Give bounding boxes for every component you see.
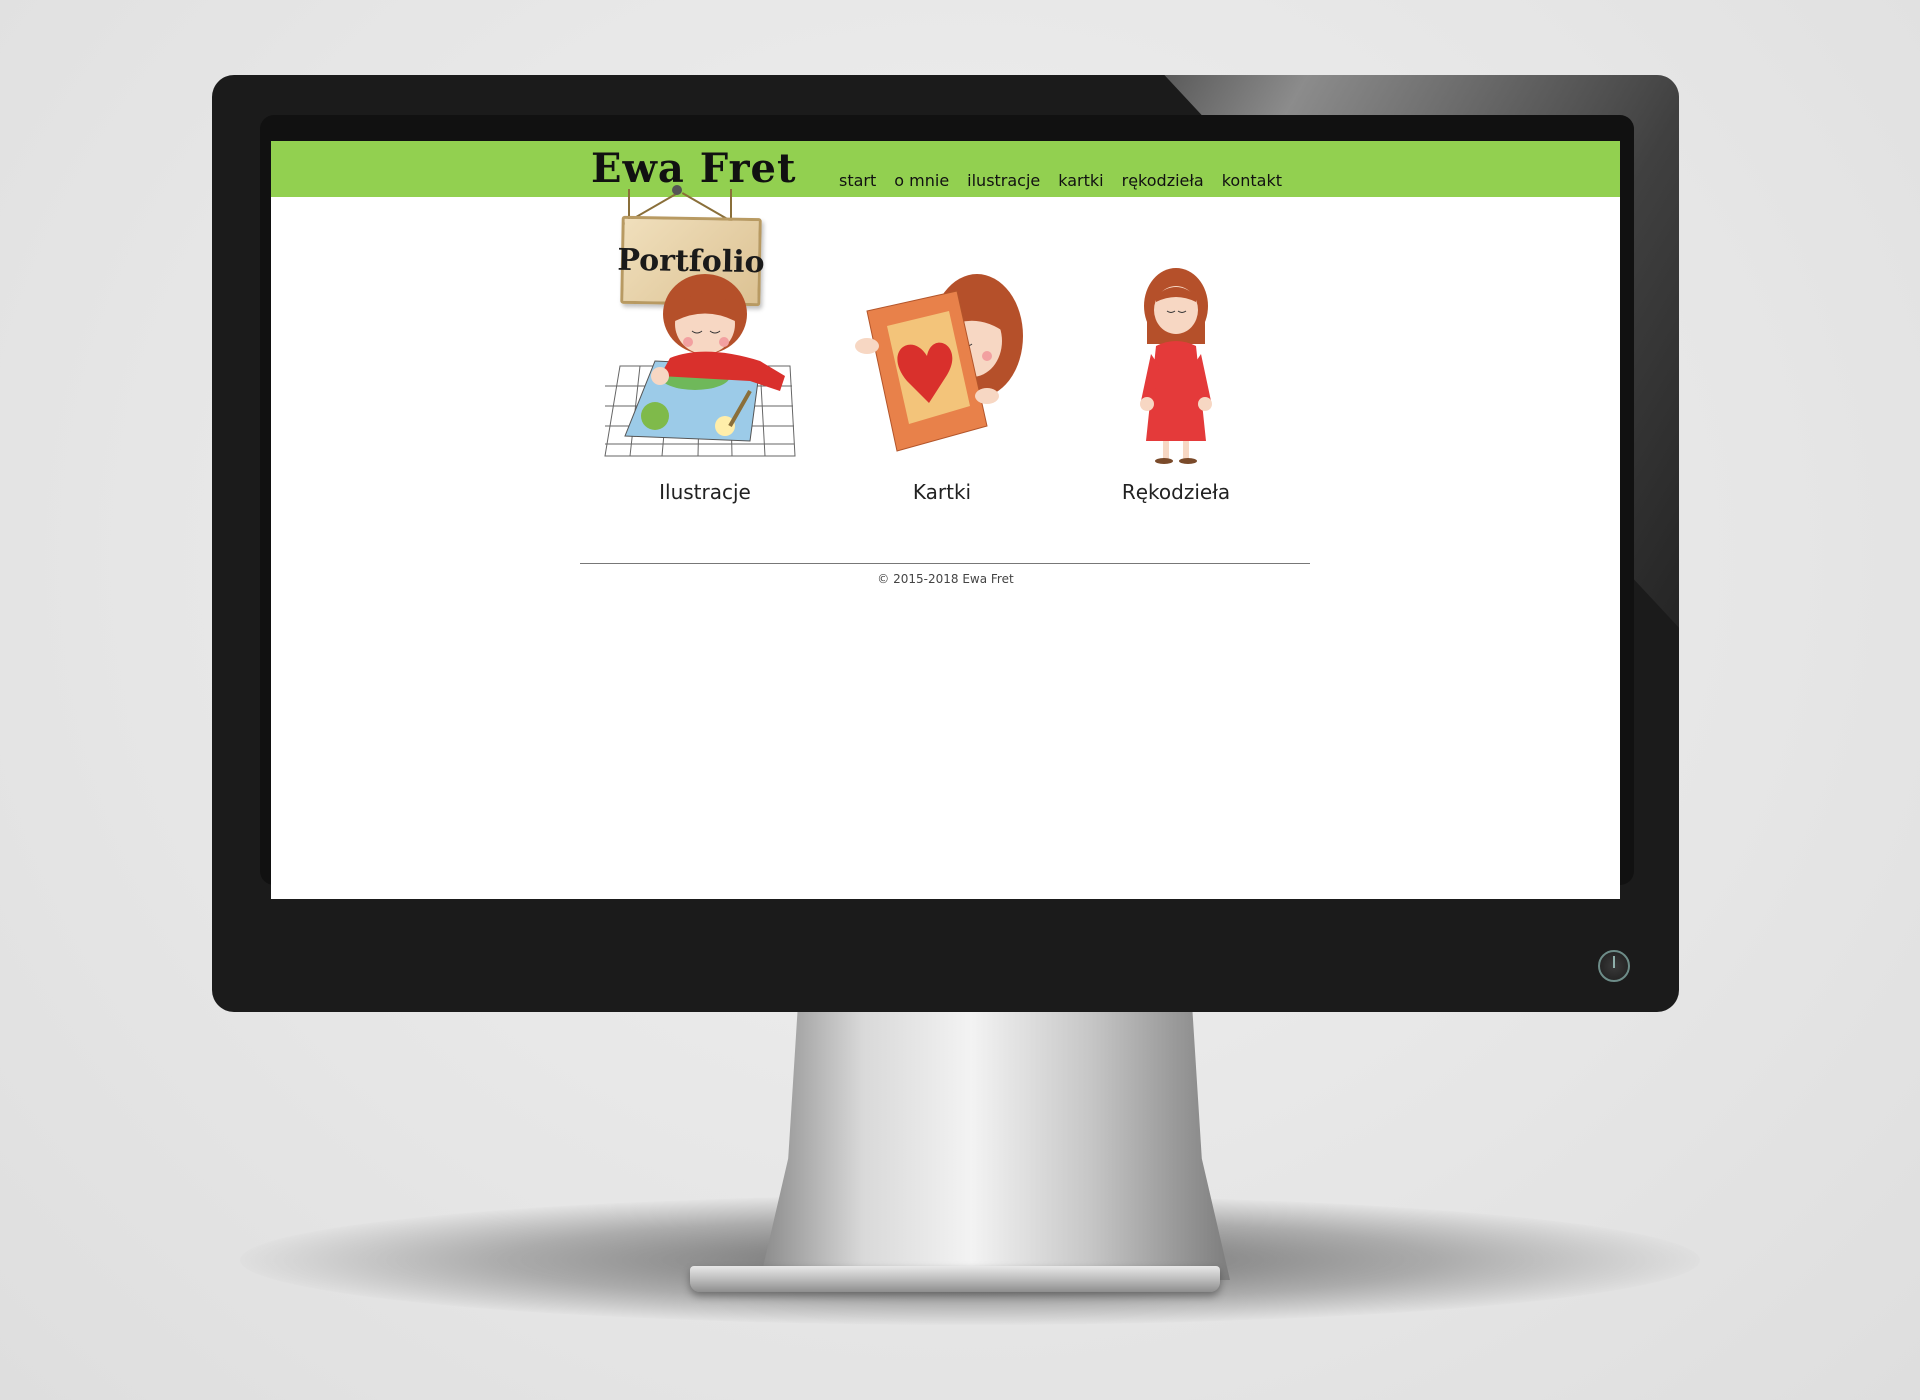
tile-rekodziela[interactable]: Rękodzieła [1066, 266, 1286, 504]
footer-divider [580, 563, 1310, 564]
nav-rekodziela[interactable]: rękodzieła [1122, 171, 1204, 190]
nav-kartki[interactable]: kartki [1058, 171, 1103, 190]
copyright-text: © 2015-2018 Ewa Fret [877, 572, 1014, 586]
sign-pin [672, 185, 682, 195]
nav-start[interactable]: start [839, 171, 876, 190]
nav-ilustracje[interactable]: ilustracje [967, 171, 1040, 190]
tile-label-kartki: Kartki [912, 480, 972, 504]
tile-kartki[interactable]: Kartki [832, 266, 1052, 504]
monitor-stand-neck [760, 1010, 1230, 1280]
site-logo[interactable]: Ewa Fret [591, 145, 796, 192]
monitor-stand-base [690, 1266, 1220, 1292]
girl-red-dress-illustration [1140, 268, 1212, 464]
website-screen: Ewa Fret start o mnie ilustracje kartki … [271, 141, 1620, 899]
tile-label-ilustracje: Ilustracje [659, 480, 751, 504]
nav-o-mnie[interactable]: o mnie [894, 171, 949, 190]
main-nav: start o mnie ilustracje kartki rękodzieł… [839, 171, 1282, 190]
tile-ilustracje[interactable]: Ilustracje [595, 266, 815, 504]
girl-holding-heart-card-illustration [855, 274, 1023, 452]
nav-kontakt[interactable]: kontakt [1222, 171, 1282, 190]
girl-drawing-illustration [604, 274, 796, 457]
tile-label-rekodziela: Rękodzieła [1121, 480, 1231, 504]
power-icon[interactable] [1598, 950, 1630, 982]
